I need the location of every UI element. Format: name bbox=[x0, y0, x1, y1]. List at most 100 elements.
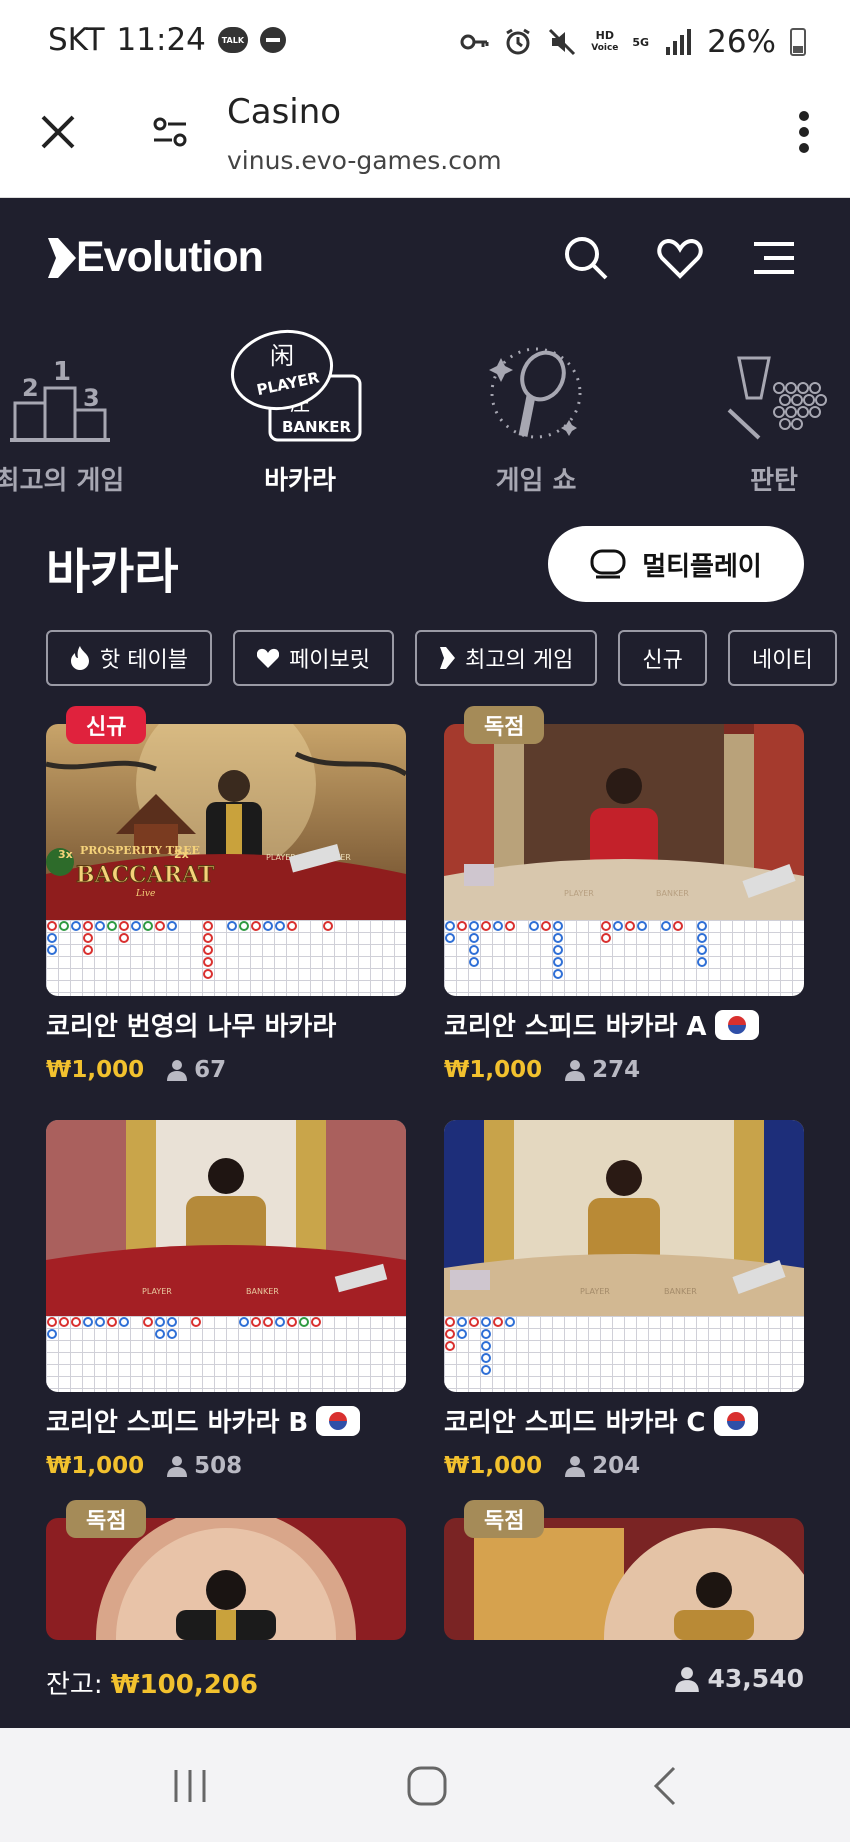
more-options-icon[interactable] bbox=[798, 110, 810, 154]
bead bbox=[203, 933, 213, 943]
category-game-shows[interactable]: 게임 쇼 bbox=[436, 318, 636, 497]
chip-new[interactable]: 신규 bbox=[618, 630, 707, 686]
bead bbox=[83, 1317, 93, 1327]
category-fantan[interactable]: 판탄 bbox=[674, 318, 850, 497]
bead bbox=[251, 1317, 261, 1327]
chip-top-games[interactable]: 최고의 게임 bbox=[415, 630, 598, 686]
bead bbox=[697, 945, 707, 955]
hd-voice-icon: HD Voice bbox=[591, 30, 618, 54]
system-nav-bar bbox=[0, 1728, 850, 1842]
bead bbox=[239, 921, 249, 931]
user-icon bbox=[674, 1666, 699, 1692]
bead bbox=[553, 933, 563, 943]
game-tile[interactable]: PLAYER BANKER 코리안 스피드 바카라 C ₩1,000 204 bbox=[444, 1120, 804, 1479]
game-tile[interactable]: 독점 PLAYER BANKER 코리안 스피드 바카라 A ₩1,000 27… bbox=[444, 706, 804, 1083]
svg-text:1: 1 bbox=[53, 357, 71, 387]
bead bbox=[155, 1317, 165, 1327]
bead bbox=[47, 933, 57, 943]
home-icon[interactable] bbox=[403, 1764, 451, 1808]
user-icon bbox=[167, 1456, 188, 1477]
bead bbox=[469, 957, 479, 967]
bead bbox=[481, 921, 491, 931]
multiplay-label: 멀티플레이 bbox=[642, 551, 762, 582]
heart-icon bbox=[257, 648, 280, 668]
bead bbox=[71, 1317, 81, 1327]
bead bbox=[469, 933, 479, 943]
game-thumbnail[interactable]: PLAYER BANKER bbox=[444, 1120, 804, 1392]
bead-road bbox=[46, 920, 406, 996]
overlay-game: BACCARAT bbox=[76, 862, 215, 888]
multiplier-right: 2x bbox=[174, 848, 189, 861]
baccarat-icon-player-glyph: 闲 bbox=[270, 342, 294, 370]
balance: 잔고: ₩100,206 bbox=[46, 1664, 258, 1701]
game-tile[interactable]: PLAYER BANKER 코리안 스피드 바카라 B ₩1,000 508 bbox=[46, 1120, 406, 1479]
game-tile[interactable]: 독점 bbox=[444, 1500, 804, 1640]
chip-hot-tables[interactable]: 핫 테이블 bbox=[46, 630, 212, 686]
category-top-games[interactable]: 1 2 3 최고의 게임 bbox=[0, 318, 160, 497]
bead bbox=[203, 969, 213, 979]
bead bbox=[47, 1317, 57, 1327]
site-settings-icon[interactable] bbox=[150, 112, 190, 152]
microphone-icon bbox=[489, 347, 582, 439]
brand-name: Evolution bbox=[76, 233, 264, 281]
bead bbox=[131, 921, 141, 931]
game-tile[interactable]: 독점 bbox=[46, 1500, 406, 1640]
bead bbox=[59, 921, 69, 931]
favorites-heart-icon[interactable] bbox=[656, 234, 704, 282]
hd-label: HD bbox=[595, 29, 614, 42]
bead bbox=[119, 933, 129, 943]
bead bbox=[311, 1317, 321, 1327]
game-name: 코리안 번영의 나무 바카라 bbox=[46, 1006, 406, 1043]
game-thumbnail[interactable]: PLAYER BANKER bbox=[46, 1120, 406, 1392]
bead bbox=[457, 1317, 467, 1327]
section-title: 바카라 bbox=[46, 544, 179, 600]
balance-value: ₩100,206 bbox=[110, 1670, 258, 1700]
min-bet: ₩1,000 bbox=[46, 1453, 145, 1479]
game-meta: ₩1,000 274 bbox=[444, 1057, 804, 1083]
bead bbox=[697, 957, 707, 967]
app-header: Evolution bbox=[0, 198, 850, 318]
bead bbox=[227, 921, 237, 931]
bead bbox=[445, 933, 455, 943]
battery-percent: 26% bbox=[707, 24, 776, 60]
baccarat-icon: 庄 BANKER 闲 PLAYER bbox=[230, 329, 362, 442]
balance-footer: 잔고: ₩100,206 43,540 bbox=[0, 1640, 850, 1730]
game-thumbnail[interactable]: PLAYER BANKER 3x PROSPERITY TREE 2x BACC… bbox=[46, 724, 406, 996]
do-not-disturb-icon bbox=[259, 27, 286, 53]
bead bbox=[323, 921, 333, 931]
player-count-value: 67 bbox=[194, 1057, 227, 1083]
menu-icon[interactable] bbox=[750, 234, 798, 282]
evolution-logo[interactable]: Evolution bbox=[46, 233, 264, 282]
player-label: PLAYER bbox=[580, 1287, 610, 1296]
chip-favorites[interactable]: 페이보릿 bbox=[233, 630, 395, 686]
game-name-text: 코리안 스피드 바카라 C bbox=[444, 1408, 706, 1438]
bead bbox=[481, 1365, 491, 1375]
close-icon[interactable] bbox=[38, 112, 78, 152]
bead bbox=[457, 1329, 467, 1339]
recent-apps-icon[interactable] bbox=[166, 1764, 214, 1808]
banker-label: BANKER bbox=[656, 889, 689, 898]
bead bbox=[299, 1317, 309, 1327]
back-icon[interactable] bbox=[642, 1764, 690, 1808]
chip-label: 페이보릿 bbox=[289, 648, 371, 673]
chip-label: 신규 bbox=[642, 648, 683, 673]
category-baccarat[interactable]: 庄 BANKER 闲 PLAYER 바카라 bbox=[200, 318, 400, 497]
player-count: 274 bbox=[564, 1057, 640, 1083]
bead bbox=[613, 921, 623, 931]
game-tile[interactable]: 신규 PLAYER BANKER 3x PROSPERITY TREE 2x B… bbox=[46, 706, 406, 1083]
bead bbox=[203, 921, 213, 931]
player-count-value: 274 bbox=[592, 1057, 641, 1083]
bead bbox=[119, 1317, 129, 1327]
bead bbox=[71, 921, 81, 931]
bead bbox=[275, 1317, 285, 1327]
bead bbox=[275, 921, 285, 931]
filter-chips: 핫 테이블 페이보릿 최고의 게임 신규 네이티 bbox=[46, 630, 850, 686]
player-count: 67 bbox=[166, 1057, 226, 1083]
game-thumbnail[interactable]: PLAYER BANKER bbox=[444, 724, 804, 996]
search-icon[interactable] bbox=[562, 234, 610, 282]
multiplay-button[interactable]: 멀티플레이 bbox=[548, 526, 804, 602]
page-url[interactable]: vinus.evo-games.com bbox=[227, 146, 502, 175]
bead bbox=[553, 969, 563, 979]
chip-native[interactable]: 네이티 bbox=[728, 630, 837, 686]
chip-label: 네이티 bbox=[752, 648, 813, 673]
